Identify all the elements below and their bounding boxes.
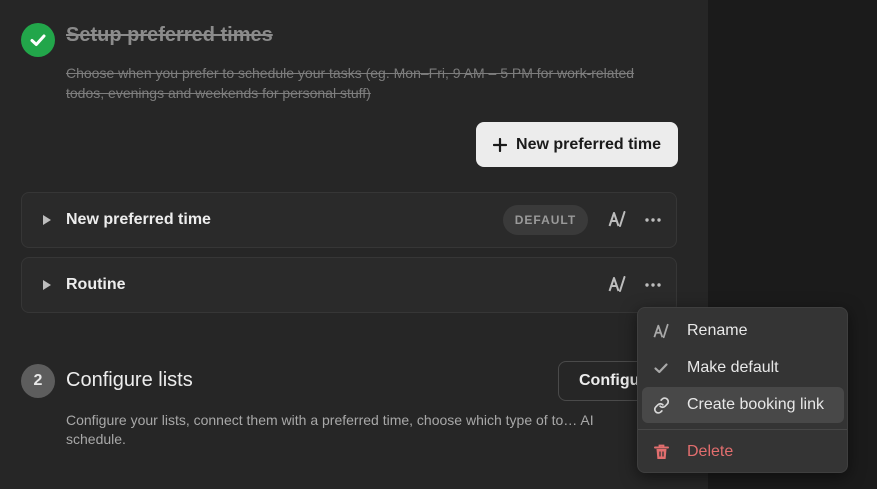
- menu-item-rename[interactable]: Rename: [642, 313, 844, 349]
- preferred-time-name: New preferred time: [66, 211, 211, 228]
- new-preferred-time-button[interactable]: New preferred time: [476, 122, 678, 167]
- step1-description: Choose when you prefer to schedule your …: [66, 65, 635, 101]
- ai-rename-icon: [652, 322, 670, 340]
- menu-item-delete[interactable]: Delete: [642, 434, 844, 470]
- step1-title: Setup preferred times: [66, 24, 273, 46]
- checkmark-icon: [652, 359, 670, 377]
- new-preferred-time-label: New preferred time: [516, 135, 661, 153]
- default-badge: DEFAULT: [503, 205, 588, 235]
- menu-divider: [638, 429, 847, 430]
- step2-number-badge: 2: [21, 364, 55, 398]
- menu-item-label: Delete: [687, 443, 734, 460]
- ai-rename-icon[interactable]: [608, 210, 626, 228]
- preferred-time-row[interactable]: Routine: [21, 257, 677, 313]
- preferred-time-name: Routine: [66, 276, 126, 293]
- menu-item-label: Make default: [687, 359, 779, 376]
- more-options-icon[interactable]: [644, 276, 662, 294]
- ai-rename-icon[interactable]: [608, 275, 626, 293]
- plus-icon: [493, 137, 508, 152]
- expand-caret-icon[interactable]: [41, 214, 53, 226]
- settings-panel: Setup preferred times Choose when you pr…: [0, 0, 708, 489]
- preferred-time-context-menu: Rename Make default Create booking link …: [637, 307, 848, 473]
- preferred-time-row[interactable]: New preferred time DEFAULT: [21, 192, 677, 248]
- menu-item-make-default[interactable]: Make default: [642, 350, 844, 386]
- step-complete-check-icon: [21, 23, 55, 57]
- menu-item-label: Rename: [687, 322, 748, 339]
- step2-description: Configure your lists, connect them with …: [66, 412, 594, 447]
- menu-item-create-booking-link[interactable]: Create booking link: [642, 387, 844, 423]
- link-icon: [652, 396, 670, 414]
- menu-item-label: Create booking link: [687, 396, 824, 413]
- trash-icon: [652, 443, 670, 461]
- expand-caret-icon[interactable]: [41, 279, 53, 291]
- step2-title: Configure lists: [66, 369, 193, 391]
- more-options-icon[interactable]: [644, 211, 662, 229]
